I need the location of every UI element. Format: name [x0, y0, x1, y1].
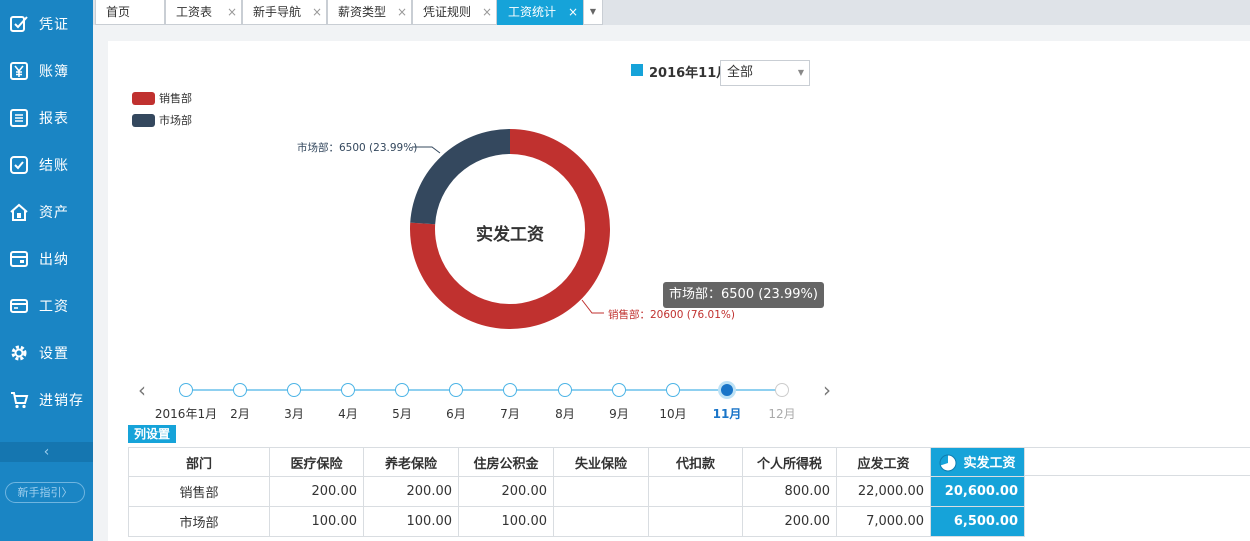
cell-pension-insurance: 100.00 — [363, 506, 459, 537]
timeline-month-dot[interactable] — [666, 383, 680, 397]
column-header-housing-fund[interactable]: 住房公积金 — [458, 447, 554, 477]
timeline-month-dot[interactable] — [449, 383, 463, 397]
donut-center-label: 实发工资 — [476, 224, 544, 245]
timeline-month-dot[interactable] — [287, 383, 301, 397]
cell-unemployment-insurance — [553, 476, 649, 507]
timeline-month-label[interactable]: 8月 — [555, 405, 575, 422]
timeline-month-dot[interactable] — [341, 383, 355, 397]
timeline-month-label[interactable]: 10月 — [659, 405, 686, 422]
cell-income-tax: 200.00 — [742, 506, 837, 537]
cell-income-tax: 800.00 — [742, 476, 837, 507]
column-header-pension-insurance[interactable]: 养老保险 — [363, 447, 459, 477]
timeline-month-dot[interactable] — [775, 383, 789, 397]
timeline-month-dot[interactable] — [179, 383, 193, 397]
column-header-label: 实发工资 — [963, 455, 1016, 471]
cell-net-salary: 20,600.00 — [930, 476, 1025, 507]
timeline-month-label[interactable]: 5月 — [392, 405, 412, 422]
timeline-month-label[interactable]: 2016年1月 — [155, 405, 217, 422]
timeline-month-label[interactable]: 6月 — [446, 405, 466, 422]
cell-medical-insurance: 200.00 — [269, 476, 364, 507]
timeline-month-label[interactable]: 2月 — [230, 405, 250, 422]
timeline-next-button[interactable]: › — [823, 378, 831, 402]
table-header-filler — [1025, 447, 1250, 476]
slice-label-sales: 销售部：20600 (76.01%) — [608, 308, 735, 321]
cell-pension-insurance: 200.00 — [363, 476, 459, 507]
cell-deductions — [648, 476, 743, 507]
chart-tooltip: 市场部：6500 (23.99%) — [663, 282, 824, 308]
cell-gross-salary: 7,000.00 — [836, 506, 931, 537]
column-settings-button[interactable]: 列设置 — [128, 425, 177, 443]
timeline-month-dot[interactable] — [718, 381, 736, 399]
timeline-month-label[interactable]: 3月 — [284, 405, 304, 422]
salary-summary-table: 部门 医疗保险 养老保险 住房公积金 失业保险 代扣款 个人所得税 应发工资 实… — [128, 447, 1025, 537]
timeline-track — [186, 389, 782, 391]
timeline-month-label[interactable]: 7月 — [500, 405, 520, 422]
table-row[interactable]: 市场部 100.00 100.00 100.00 200.00 7,000.00… — [128, 506, 1025, 537]
timeline-month-dot[interactable] — [395, 383, 409, 397]
column-header-gross-salary[interactable]: 应发工资 — [836, 447, 931, 477]
cell-medical-insurance: 100.00 — [269, 506, 364, 537]
cell-department: 市场部 — [128, 506, 270, 537]
column-header-net-salary[interactable]: 实发工资 — [930, 447, 1025, 477]
cell-net-salary: 6,500.00 — [930, 506, 1025, 537]
column-header-medical-insurance[interactable]: 医疗保险 — [269, 447, 364, 477]
timeline-month-label[interactable]: 9月 — [609, 405, 629, 422]
table-header-row: 部门 医疗保险 养老保险 住房公积金 失业保险 代扣款 个人所得税 应发工资 实… — [128, 447, 1025, 477]
column-header-income-tax[interactable]: 个人所得税 — [742, 447, 837, 477]
cell-department: 销售部 — [128, 476, 270, 507]
column-header-deductions[interactable]: 代扣款 — [648, 447, 743, 477]
cell-housing-fund: 100.00 — [458, 506, 554, 537]
timeline-month-dot[interactable] — [233, 383, 247, 397]
timeline-prev-button[interactable]: ‹ — [138, 378, 146, 402]
donut-slice-market[interactable] — [410, 129, 510, 225]
cell-housing-fund: 200.00 — [458, 476, 554, 507]
timeline-month-label[interactable]: 4月 — [338, 405, 358, 422]
timeline-month-label[interactable]: 11月 — [713, 405, 742, 422]
pie-chart-icon — [939, 454, 957, 472]
timeline-month-dot[interactable] — [503, 383, 517, 397]
column-header-department[interactable]: 部门 — [128, 447, 270, 477]
timeline-month-dot[interactable] — [612, 383, 626, 397]
cell-gross-salary: 22,000.00 — [836, 476, 931, 507]
slice-label-market: 市场部：6500 (23.99%) — [297, 141, 417, 154]
column-header-unemployment-insurance[interactable]: 失业保险 — [553, 447, 649, 477]
timeline-month-label[interactable]: 12月 — [768, 405, 795, 422]
leader-line-sales — [581, 299, 604, 314]
cell-unemployment-insurance — [553, 506, 649, 537]
table-row[interactable]: 销售部 200.00 200.00 200.00 800.00 22,000.0… — [128, 476, 1025, 507]
timeline-month-dot[interactable] — [558, 383, 572, 397]
cell-deductions — [648, 506, 743, 537]
